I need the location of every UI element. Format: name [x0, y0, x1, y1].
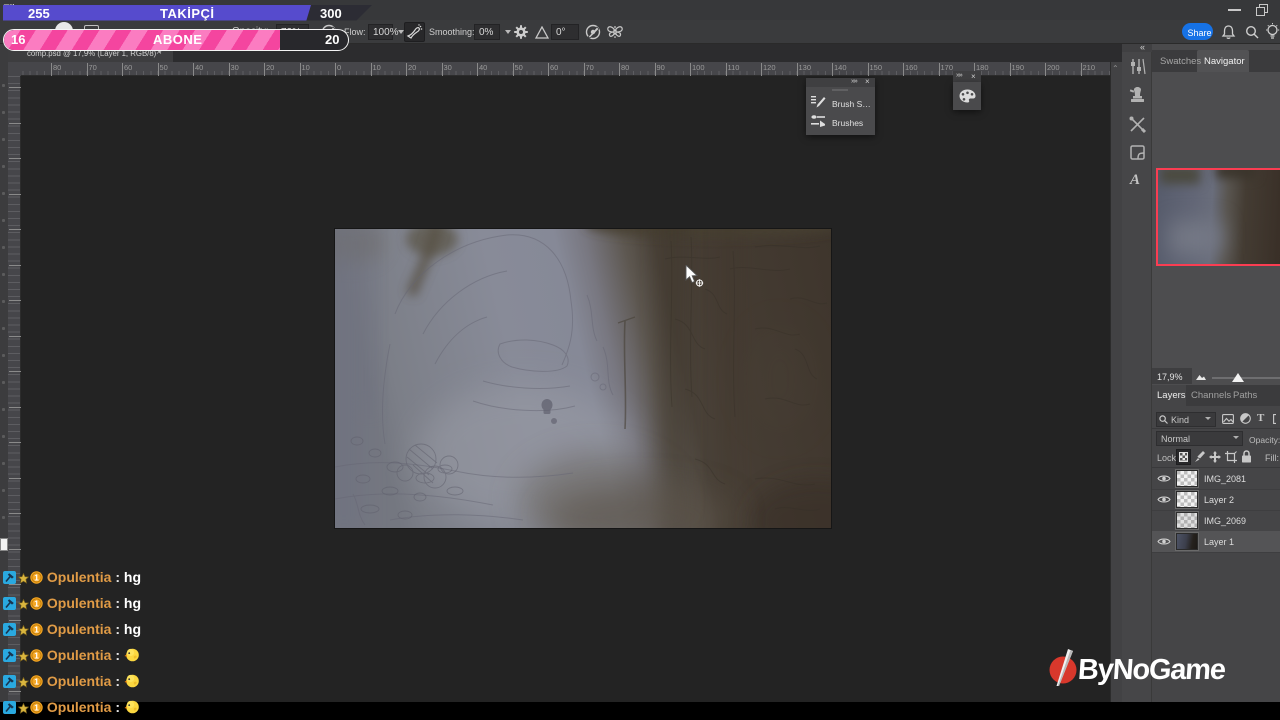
- svg-text:1: 1: [34, 676, 39, 686]
- svg-text:1: 1: [34, 598, 39, 608]
- svg-text:1: 1: [34, 702, 39, 712]
- svg-text:1: 1: [34, 650, 39, 660]
- svg-text:1: 1: [34, 624, 39, 634]
- svg-text:1: 1: [34, 572, 39, 582]
